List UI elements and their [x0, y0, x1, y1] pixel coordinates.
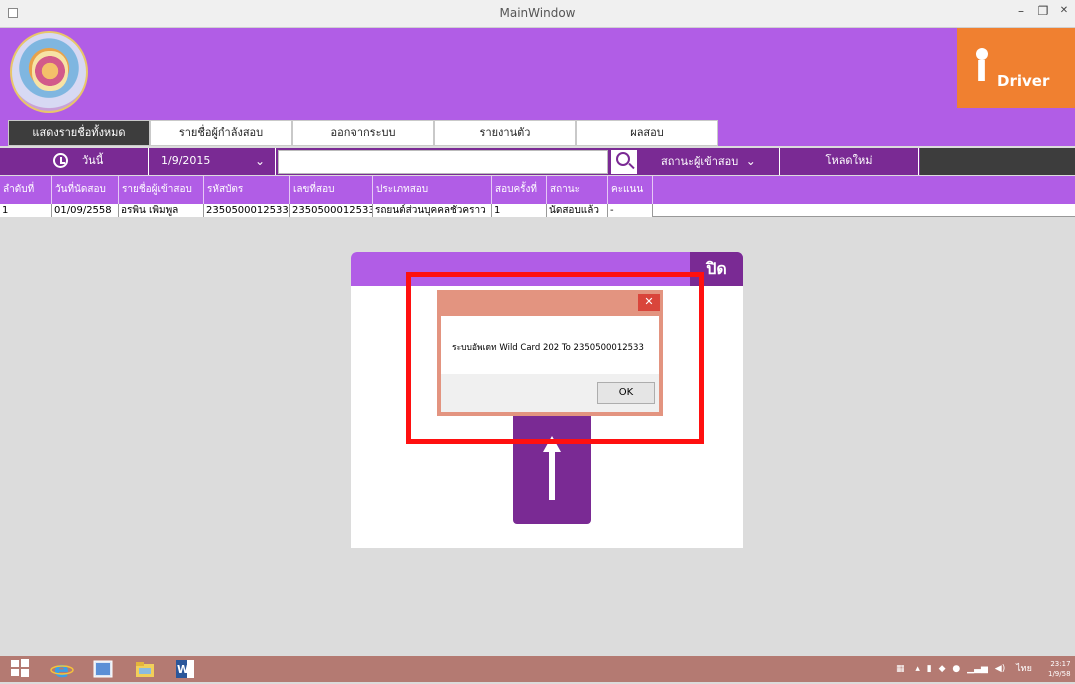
file-explorer-icon[interactable] — [134, 658, 156, 680]
col-header[interactable]: เลขที่สอบ — [290, 176, 373, 204]
language-indicator[interactable]: ไทย — [1016, 664, 1032, 674]
date-value: 1/9/2015 — [161, 154, 211, 167]
tab-show-all[interactable]: แสดงรายชื่อทั้งหมด — [8, 120, 150, 146]
clock-time: 23:17 — [1050, 660, 1071, 668]
system-tray[interactable]: ▦ ▴ ▮ ◆ ● ▁▃▅ ◀) ไทย — [896, 658, 1032, 680]
chevron-down-icon: ⌄ — [745, 154, 756, 168]
search-icon[interactable] — [611, 150, 637, 174]
clock-date: 1/9/58 — [1048, 670, 1071, 678]
government-seal-logo — [10, 31, 88, 113]
table-cell: 2350500012533 — [290, 204, 373, 217]
reload-button[interactable]: โหลดใหม่ — [779, 148, 919, 175]
start-icon[interactable] — [10, 658, 30, 680]
table-cell: - — [608, 204, 653, 217]
signal-icon[interactable]: ▁▃▅ — [967, 664, 988, 674]
chevron-up-icon[interactable]: ▴ — [915, 664, 920, 674]
keyboard-icon[interactable]: ▦ — [896, 664, 905, 674]
date-picker[interactable]: 1/9/2015 ⌄ — [148, 148, 276, 175]
volume-icon[interactable]: ◀) — [995, 664, 1005, 674]
tab-check-in[interactable]: รายงานตัว — [434, 120, 576, 146]
tab-testing-now[interactable]: รายชื่อผู้กำลังสอบ — [150, 120, 292, 146]
taskbar-clock[interactable]: 23:17 1/9/58 — [1048, 659, 1071, 679]
filter-bar-spacer — [920, 148, 1075, 175]
col-header[interactable]: คะแนน — [608, 176, 653, 204]
minimize-button[interactable]: – — [1012, 3, 1030, 19]
desktop-icon[interactable] — [92, 658, 114, 680]
word-icon[interactable]: W — [174, 658, 196, 680]
chevron-down-icon: ⌄ — [254, 154, 265, 168]
svg-text:W: W — [177, 663, 189, 676]
clock-icon — [53, 153, 68, 168]
col-header[interactable]: สอบครั้งที่ — [492, 176, 547, 204]
table-cell: 1 — [0, 204, 52, 217]
tab-results[interactable]: ผลสอบ — [576, 120, 718, 146]
maximize-button[interactable]: ❐ — [1034, 3, 1052, 19]
col-header[interactable]: ประเภทสอบ — [373, 176, 492, 204]
window-title: MainWindow — [499, 6, 576, 20]
table-cell: นัดสอบแล้ว — [547, 204, 608, 217]
network-icon[interactable]: ◆ — [939, 664, 946, 674]
table-cell: รถยนต์ส่วนบุคคลชั่วคราว — [373, 204, 492, 217]
col-header[interactable]: รายชื่อผู้เข้าสอบ — [119, 176, 204, 204]
search-input[interactable] — [278, 150, 608, 174]
close-window-button[interactable]: ✕ — [1055, 3, 1073, 19]
title-bar: MainWindow – ❐ ✕ — [0, 0, 1075, 28]
tab-logout[interactable]: ออกจากระบบ — [292, 120, 434, 146]
col-header[interactable]: สถานะ — [547, 176, 608, 204]
status-filter-dropdown[interactable]: สถานะผู้เข้าสอบ ⌄ — [647, 148, 775, 175]
table-cell: อรพิน เพิ่มพูล — [119, 204, 204, 217]
status-filter-label: สถานะผู้เข้าสอบ — [661, 155, 739, 168]
internet-explorer-icon[interactable]: e — [50, 658, 74, 683]
table-cell: 1 — [492, 204, 547, 217]
col-header[interactable]: ลำดับที่ — [0, 176, 52, 204]
shield-icon[interactable]: ● — [952, 664, 960, 674]
table-cell: 01/09/2558 — [52, 204, 119, 217]
today-label[interactable]: วันนี้ — [82, 148, 142, 175]
idriver-logo: i Driver — [957, 28, 1075, 108]
col-header[interactable]: รหัสบัตร — [204, 176, 290, 204]
red-highlight-box — [406, 272, 704, 444]
col-header[interactable]: วันที่นัดสอบ — [52, 176, 119, 204]
flag-icon[interactable]: ▮ — [927, 664, 932, 674]
table-cell: 2350500012533 — [204, 204, 290, 217]
app-header — [0, 28, 1075, 118]
svg-text:e: e — [54, 658, 69, 680]
